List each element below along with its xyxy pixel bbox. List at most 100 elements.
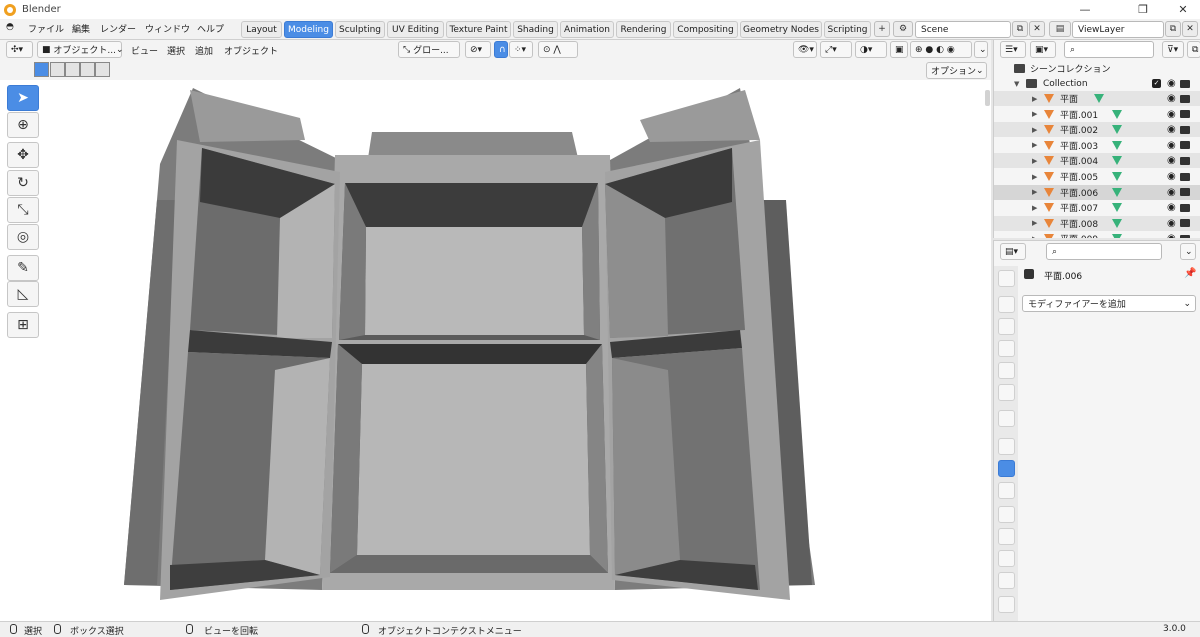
new-view-layer-icon[interactable]: ⧉: [1165, 21, 1181, 37]
outliner-item[interactable]: ▶ 平面.002 ◉: [994, 122, 1200, 138]
add-menu[interactable]: 追加: [195, 44, 213, 57]
view-layer-icon[interactable]: ▤: [1049, 21, 1071, 37]
pivot-point-icon[interactable]: ⊘▾: [465, 41, 491, 58]
expand-icon[interactable]: ▶: [1032, 173, 1037, 181]
object-tab-icon[interactable]: [998, 438, 1015, 455]
visibility-icon[interactable]: 👁▾: [793, 41, 817, 58]
menu-edit[interactable]: 編集: [72, 22, 90, 35]
workspace-tab[interactable]: Animation: [560, 21, 614, 38]
outliner-item[interactable]: ▶ 平面 ◉: [994, 91, 1200, 106]
expand-icon[interactable]: ▶: [1032, 126, 1037, 134]
pin-icon[interactable]: 📌: [1184, 268, 1196, 279]
select-new-icon[interactable]: [34, 62, 49, 77]
outliner-item[interactable]: ▶ 平面.003 ◉: [994, 138, 1200, 153]
eye-icon[interactable]: ◉: [1167, 202, 1176, 213]
snap-icon[interactable]: ∩: [494, 41, 508, 58]
texture-tab-icon[interactable]: [998, 596, 1015, 613]
scene-field[interactable]: Scene: [915, 21, 1011, 38]
cursor-tool-icon[interactable]: ⊕: [7, 112, 39, 138]
expand-icon[interactable]: ▶: [1032, 110, 1037, 118]
modifier-tab-icon[interactable]: [998, 460, 1015, 477]
select-intersect-icon[interactable]: [95, 62, 110, 77]
scene-collection-row[interactable]: シーンコレクション: [994, 61, 1200, 76]
display-mode-icon[interactable]: ▣▾: [1030, 41, 1056, 58]
workspace-tab[interactable]: Shading: [513, 21, 558, 38]
checkbox-icon[interactable]: ✓: [1152, 79, 1161, 88]
view-menu[interactable]: ビュー: [131, 44, 158, 57]
measure-tool-icon[interactable]: ◺: [7, 281, 39, 307]
select-extend-icon[interactable]: [50, 62, 65, 77]
rotate-tool-icon[interactable]: ↻: [7, 170, 39, 196]
transform-orientation-dropdown[interactable]: ⤡ グロー...: [398, 41, 460, 58]
shading-mode-group[interactable]: ⊕ ● ◐ ◉: [910, 41, 972, 58]
camera-icon[interactable]: [1180, 203, 1190, 212]
minimize-icon[interactable]: —: [1062, 0, 1108, 19]
outliner-item[interactable]: ▶ 平面.006 ◉: [994, 184, 1200, 200]
workspace-tab[interactable]: Rendering: [616, 21, 671, 38]
options-dropdown[interactable]: オプション ⌄: [926, 62, 987, 79]
proportional-edit-icon[interactable]: ⊙ ⋀: [538, 41, 578, 58]
view-layer-tab-icon[interactable]: [998, 340, 1015, 357]
add-cube-tool-icon[interactable]: ⊞: [7, 312, 39, 338]
select-subtract-icon[interactable]: [65, 62, 80, 77]
outliner-editor-icon[interactable]: ☰▾: [1000, 41, 1026, 58]
camera-icon[interactable]: [1180, 234, 1190, 238]
xray-icon[interactable]: ▣: [890, 41, 908, 58]
object-menu[interactable]: オブジェクト: [224, 44, 278, 57]
shading-options-icon[interactable]: ⌄: [974, 41, 988, 58]
expand-icon[interactable]: ▶: [1032, 235, 1037, 238]
annotate-tool-icon[interactable]: ✎: [7, 255, 39, 281]
eye-icon[interactable]: ◉: [1167, 93, 1176, 104]
world-tab-icon[interactable]: [998, 384, 1015, 401]
view-layer-field[interactable]: ViewLayer: [1072, 21, 1164, 38]
expand-icon[interactable]: ▶: [1032, 157, 1037, 165]
tool-tab-icon[interactable]: [998, 270, 1015, 287]
collection-row[interactable]: ▼ Collection ✓ ◉: [994, 76, 1200, 91]
camera-icon[interactable]: [1180, 110, 1190, 119]
constraints-tab-icon[interactable]: [998, 528, 1015, 545]
eye-icon[interactable]: ◉: [1167, 78, 1176, 89]
eye-icon[interactable]: ◉: [1167, 109, 1176, 120]
add-workspace-button[interactable]: +: [874, 21, 890, 37]
properties-search-input[interactable]: ⌕: [1046, 243, 1162, 260]
eye-icon[interactable]: ◉: [1167, 124, 1176, 135]
camera-icon[interactable]: [1180, 156, 1190, 165]
expand-icon[interactable]: ▶: [1032, 219, 1037, 227]
overlay-icon[interactable]: ◑▾: [855, 41, 887, 58]
outliner-item[interactable]: ▶ 平面.009 ◉: [994, 231, 1200, 238]
camera-icon[interactable]: [1180, 125, 1190, 134]
transform-tool-icon[interactable]: ◎: [7, 224, 39, 250]
data-tab-icon[interactable]: [998, 550, 1015, 567]
camera-icon[interactable]: [1180, 94, 1190, 103]
menu-file[interactable]: ファイル: [28, 22, 64, 35]
physics-tab-icon[interactable]: [998, 506, 1015, 523]
editor-type-icon[interactable]: ✣▾: [6, 41, 33, 58]
close-icon[interactable]: ✕: [1160, 0, 1200, 19]
menu-render[interactable]: レンダー: [100, 22, 136, 35]
delete-view-layer-icon[interactable]: ✕: [1182, 21, 1198, 37]
select-tool-icon[interactable]: ➤: [7, 85, 39, 111]
workspace-tab[interactable]: Compositing: [673, 21, 738, 38]
camera-icon[interactable]: [1180, 188, 1190, 197]
outliner-search-input[interactable]: ⌕: [1064, 41, 1154, 58]
output-tab-icon[interactable]: [998, 318, 1015, 335]
render-tab-icon[interactable]: [998, 296, 1015, 313]
camera-icon[interactable]: [1180, 79, 1190, 88]
outliner-item[interactable]: ▶ 平面.008 ◉: [994, 215, 1200, 231]
workspace-tab[interactable]: UV Editing: [387, 21, 444, 38]
particles-tab-icon[interactable]: [998, 482, 1015, 499]
eye-icon[interactable]: ◉: [1167, 233, 1176, 238]
gizmo-icon[interactable]: ⤢▾: [820, 41, 852, 58]
new-scene-icon[interactable]: ⧉: [1012, 21, 1028, 37]
delete-scene-icon[interactable]: ✕: [1029, 21, 1045, 37]
camera-icon[interactable]: [1180, 172, 1190, 181]
outliner-item[interactable]: ▶ 平面.001 ◉: [994, 107, 1200, 122]
workspace-tab[interactable]: Layout: [241, 21, 282, 38]
workspace-tab[interactable]: Geometry Nodes: [740, 21, 822, 38]
move-tool-icon[interactable]: ✥: [7, 142, 39, 168]
mode-dropdown[interactable]: ■ オブジェクト... ⌄: [37, 41, 124, 58]
camera-icon[interactable]: [1180, 141, 1190, 150]
expand-icon[interactable]: ▶: [1032, 188, 1037, 196]
scene-icon[interactable]: ⚙: [893, 21, 913, 37]
workspace-tab[interactable]: Sculpting: [335, 21, 385, 38]
